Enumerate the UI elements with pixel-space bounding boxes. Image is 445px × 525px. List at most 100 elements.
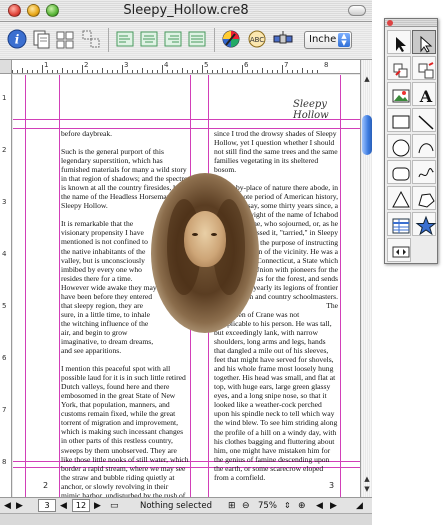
paragraph: since I trod the drowsy shades of Sleepy…: [214, 129, 338, 175]
align-right-button[interactable]: [162, 28, 184, 50]
align-justify-icon: [188, 31, 206, 47]
scroll-up-icon[interactable]: ▲: [362, 474, 372, 484]
select-arrows-icon: ▲ ▼: [338, 33, 350, 47]
column-guide: [59, 75, 60, 497]
ruler-label: 3: [124, 61, 129, 69]
page-nav-right-icon[interactable]: ▶: [94, 500, 102, 512]
unit-select-value: Inche: [309, 34, 337, 45]
polygon-tool-button[interactable]: [412, 186, 436, 210]
scroll-down-icon[interactable]: ▼: [362, 484, 372, 494]
ungroup-icon: [82, 30, 100, 48]
column-guide: [340, 75, 341, 497]
group-button[interactable]: [54, 28, 76, 50]
svg-text:i: i: [15, 33, 20, 47]
line-icon: [418, 115, 434, 130]
ellipse-tool-button[interactable]: [387, 134, 411, 158]
freehand-tool-button[interactable]: [412, 160, 436, 184]
ruler-label: 6: [2, 354, 7, 362]
table-icon: [392, 218, 410, 234]
vertical-scroll-thumb[interactable]: [362, 115, 372, 155]
extra-tool-button[interactable]: [387, 238, 411, 262]
paragraph: cognomen of Crane was not inapplicable t…: [214, 309, 338, 482]
ruler-label: 8: [2, 458, 7, 466]
left-page-number: 2: [43, 481, 49, 490]
scroll-left-icon[interactable]: ◀: [316, 500, 326, 512]
svg-text:A: A: [419, 87, 433, 106]
zoom-out-icon[interactable]: ⊖: [242, 500, 254, 512]
horizontal-ruler[interactable]: 1 2 3 4 5 6 7 8: [12, 60, 360, 74]
zoom-arrows-icon[interactable]: ⇕: [284, 500, 294, 512]
ruler-label: 4: [2, 250, 7, 258]
satellite-button[interactable]: [272, 28, 294, 50]
toolbar-separator: [108, 28, 109, 52]
total-pages-field: 12: [72, 499, 90, 512]
ruler-origin[interactable]: [0, 60, 12, 74]
link-tool-button[interactable]: [387, 56, 411, 80]
document-window: Sleepy_Hollow.cre8 i ABC Inche ▲ ▼ 1 2 3…: [0, 0, 372, 525]
rounded-rectangle-tool-button[interactable]: [387, 160, 411, 184]
spell-check-button[interactable]: ABC: [246, 28, 268, 50]
portrait-image[interactable]: [151, 173, 259, 333]
vertical-scrollbar[interactable]: ▲ ▲ ▼: [360, 60, 372, 497]
paragraph: before daybreak.: [61, 129, 113, 138]
paragraph: I mention this peaceful spot with all po…: [61, 364, 189, 497]
toolbar-toggle-button[interactable]: [348, 5, 366, 16]
next-page-icon[interactable]: ▶: [16, 500, 26, 512]
zoom-in-icon[interactable]: ⊕: [298, 500, 310, 512]
align-center-button[interactable]: [138, 28, 160, 50]
rectangle-tool-button[interactable]: [387, 108, 411, 132]
rounded-rectangle-icon: [392, 167, 410, 181]
line-tool-button[interactable]: [412, 108, 436, 132]
pointer-tool-button[interactable]: [412, 30, 436, 54]
info-button[interactable]: i: [6, 28, 28, 50]
picture-tool-button[interactable]: [387, 82, 411, 106]
satellite-icon: [273, 31, 293, 44]
text-tool-button[interactable]: A: [412, 82, 436, 106]
unit-select[interactable]: Inche ▲ ▼: [304, 31, 352, 49]
current-page-field[interactable]: 3: [38, 499, 56, 512]
right-page-number: 3: [329, 481, 335, 490]
unlink-icon: [418, 62, 434, 79]
color-wheel-icon: [222, 30, 240, 48]
fit-page-icon[interactable]: ⊞: [228, 500, 240, 512]
window-bottom-edge: [0, 513, 372, 525]
align-right-icon: [164, 31, 182, 47]
page-setup-button[interactable]: [30, 28, 52, 50]
scroll-up-icon[interactable]: ▲: [362, 74, 372, 84]
scroll-right-icon[interactable]: ▶: [330, 500, 340, 512]
color-picker-button[interactable]: [220, 28, 242, 50]
svg-text:ABC: ABC: [250, 36, 264, 44]
palette-close-button[interactable]: [387, 20, 393, 26]
align-left-button[interactable]: [114, 28, 136, 50]
ungroup-button[interactable]: [80, 28, 102, 50]
title-bar[interactable]: Sleepy_Hollow.cre8: [0, 0, 372, 22]
ruler-label: 7: [2, 406, 7, 414]
ellipse-icon: [392, 139, 410, 157]
rectangle-icon: [392, 115, 410, 129]
ruler-label: 4: [164, 61, 169, 69]
star-tool-button[interactable]: [412, 212, 437, 236]
curve-tool-button[interactable]: [412, 134, 436, 158]
zoom-level[interactable]: 75%: [258, 500, 282, 512]
table-tool-button[interactable]: [387, 212, 411, 236]
text-icon: A: [419, 87, 433, 106]
align-justify-button[interactable]: [186, 28, 208, 50]
align-center-icon: [140, 31, 158, 47]
resize-grip-icon[interactable]: ◢: [356, 500, 368, 512]
ruler-label: 1: [44, 61, 49, 69]
vertical-ruler[interactable]: 1 2 3 4 5 6 7 8: [0, 74, 12, 497]
toolbar-separator: [214, 28, 215, 52]
previous-page-icon[interactable]: ◀: [4, 500, 14, 512]
unlink-tool-button[interactable]: [412, 56, 436, 80]
ruler-label: 2: [84, 61, 89, 69]
page-nav-left-icon[interactable]: ◀: [60, 500, 68, 512]
polygon-icon: [418, 193, 435, 208]
ruler-label: 3: [2, 198, 7, 206]
palette-title-bar[interactable]: [385, 19, 437, 27]
star-icon: [415, 215, 437, 236]
curve-icon: [418, 143, 434, 154]
page-canvas[interactable]: Sleepy Hollow before daybreak. Such is t…: [13, 75, 360, 497]
arrow-tool-button[interactable]: [387, 30, 411, 54]
toolbar: i ABC Inche ▲ ▼: [0, 22, 372, 60]
triangle-tool-button[interactable]: [387, 186, 411, 210]
